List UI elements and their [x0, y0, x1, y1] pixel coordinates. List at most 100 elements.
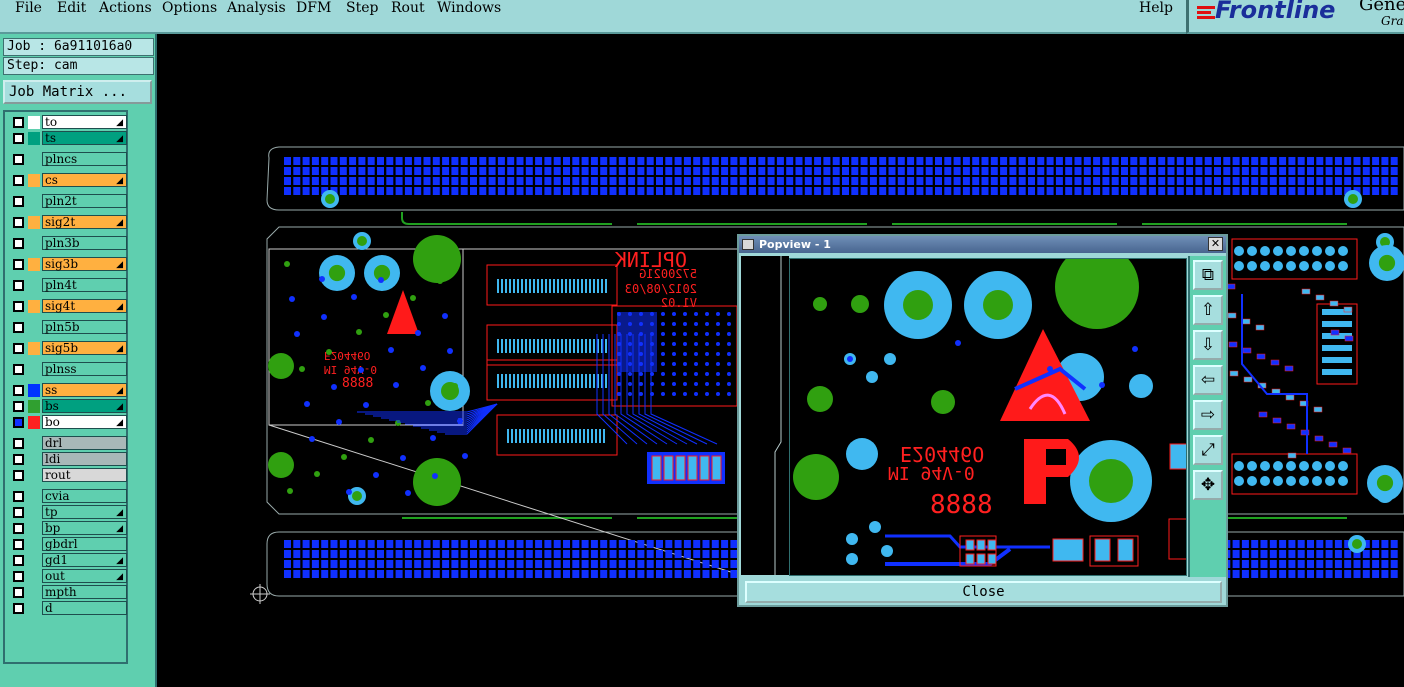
layer-color-swatch[interactable] — [28, 216, 40, 229]
layer-checkbox[interactable] — [13, 491, 24, 502]
layer-checkbox[interactable] — [13, 571, 24, 582]
layer-arrow-icon[interactable]: ◢ — [116, 571, 123, 583]
layer-row-gbdrl[interactable]: gbdrl — [8, 537, 127, 551]
layer-checkbox[interactable] — [13, 301, 24, 312]
layer-checkbox[interactable] — [13, 507, 24, 518]
layer-color-swatch[interactable] — [28, 174, 40, 187]
layer-checkbox[interactable] — [13, 539, 24, 550]
layer-checkbox[interactable] — [13, 555, 24, 566]
layer-row-rout[interactable]: rout — [8, 468, 127, 482]
layer-checkbox[interactable] — [13, 154, 24, 165]
layer-name[interactable]: d — [42, 601, 127, 615]
layer-arrow-icon[interactable]: ◢ — [116, 217, 123, 229]
layer-arrow-icon[interactable]: ◢ — [116, 555, 123, 567]
layer-name[interactable]: pln2t — [42, 194, 127, 208]
layer-row-bs[interactable]: bs ◢ — [8, 399, 127, 413]
layer-row-pln4t[interactable]: pln4t — [8, 278, 127, 292]
layer-checkbox[interactable] — [13, 401, 24, 412]
layer-name[interactable]: plnss — [42, 362, 127, 376]
layer-name[interactable]: bp ◢ — [42, 521, 127, 535]
menu-options[interactable]: Options — [162, 0, 217, 16]
pan-down-icon[interactable]: ⇩ — [1193, 330, 1223, 360]
layer-arrow-icon[interactable]: ◢ — [116, 343, 123, 355]
menu-step[interactable]: Step — [346, 0, 378, 16]
layer-arrow-icon[interactable]: ◢ — [116, 507, 123, 519]
layer-checkbox[interactable] — [13, 385, 24, 396]
layer-row-gd1[interactable]: gd1 ◢ — [8, 553, 127, 567]
layer-name[interactable]: sig2t ◢ — [42, 215, 127, 229]
menu-help[interactable]: Help — [1139, 0, 1173, 16]
layer-name[interactable]: to ◢ — [42, 115, 127, 129]
layer-row-to[interactable]: to ◢ — [8, 115, 127, 129]
layer-row-plnss[interactable]: plnss — [8, 362, 127, 376]
layer-row-pln2t[interactable]: pln2t — [8, 194, 127, 208]
menu-edit[interactable]: Edit — [57, 0, 86, 16]
menu-rout[interactable]: Rout — [391, 0, 425, 16]
layer-row-plncs[interactable]: plncs — [8, 152, 127, 166]
layer-name[interactable]: gbdrl — [42, 537, 127, 551]
layer-arrow-icon[interactable]: ◢ — [116, 417, 123, 429]
layer-checkbox[interactable] — [13, 117, 24, 128]
layer-checkbox[interactable] — [13, 343, 24, 354]
layer-color-swatch[interactable] — [28, 342, 40, 355]
layer-checkbox[interactable] — [13, 175, 24, 186]
popview-close-button[interactable]: Close — [745, 581, 1222, 603]
layer-row-d[interactable]: d — [8, 601, 127, 615]
layer-checkbox[interactable] — [13, 217, 24, 228]
layer-arrow-icon[interactable]: ◢ — [116, 133, 123, 145]
layer-name[interactable]: pln5b — [42, 320, 127, 334]
layer-arrow-icon[interactable]: ◢ — [116, 385, 123, 397]
menu-dfm[interactable]: DFM — [296, 0, 331, 16]
layer-arrow-icon[interactable]: ◢ — [116, 301, 123, 313]
layer-checkbox[interactable] — [13, 322, 24, 333]
layer-row-drl[interactable]: drl — [8, 436, 127, 450]
layer-checkbox[interactable] — [13, 280, 24, 291]
layer-name[interactable]: sig4t ◢ — [42, 299, 127, 313]
layer-row-ss[interactable]: ss ◢ — [8, 383, 127, 397]
layer-row-sig5b[interactable]: sig5b ◢ — [8, 341, 127, 355]
layer-checkbox[interactable] — [13, 470, 24, 481]
layer-checkbox[interactable] — [13, 603, 24, 614]
layer-row-out[interactable]: out ◢ — [8, 569, 127, 583]
layer-color-swatch[interactable] — [28, 384, 40, 397]
layer-row-cvia[interactable]: cvia — [8, 489, 127, 503]
layer-name[interactable]: bo ◢ — [42, 415, 127, 429]
layer-name[interactable]: tp ◢ — [42, 505, 127, 519]
menu-windows[interactable]: Windows — [437, 0, 501, 16]
menu-analysis[interactable]: Analysis — [227, 0, 286, 16]
layer-row-bp[interactable]: bp ◢ — [8, 521, 127, 535]
layer-checkbox[interactable] — [13, 196, 24, 207]
layer-row-sig4t[interactable]: sig4t ◢ — [8, 299, 127, 313]
layer-arrow-icon[interactable]: ◢ — [116, 117, 123, 129]
layer-row-mpth[interactable]: mpth — [8, 585, 127, 599]
layer-name[interactable]: ss ◢ — [42, 383, 127, 397]
layer-arrow-icon[interactable]: ◢ — [116, 259, 123, 271]
layer-color-swatch[interactable] — [28, 116, 40, 129]
popview-zoom-view[interactable]: E20446O MI 94V-0 8888 — [789, 258, 1187, 576]
close-icon[interactable]: ✕ — [1208, 237, 1223, 251]
layer-checkbox[interactable] — [13, 587, 24, 598]
layer-name[interactable]: ts ◢ — [42, 131, 127, 145]
layer-name[interactable]: drl — [42, 436, 127, 450]
layer-name[interactable]: cvia — [42, 489, 127, 503]
layer-row-sig2t[interactable]: sig2t ◢ — [8, 215, 127, 229]
layer-row-ts[interactable]: ts ◢ — [8, 131, 127, 145]
layer-checkbox[interactable] — [13, 523, 24, 534]
job-matrix-button[interactable]: Job Matrix ... — [3, 80, 152, 104]
layer-row-tp[interactable]: tp ◢ — [8, 505, 127, 519]
layer-name[interactable]: rout — [42, 468, 127, 482]
layer-arrow-icon[interactable]: ◢ — [116, 523, 123, 535]
popview-titlebar[interactable]: Popview - 1 ✕ — [739, 236, 1226, 253]
zoom-window-icon[interactable]: ⧉ — [1193, 260, 1223, 290]
layer-checkbox[interactable] — [13, 438, 24, 449]
menu-file[interactable]: File — [15, 0, 42, 16]
layer-checkbox[interactable] — [13, 259, 24, 270]
layer-color-swatch[interactable] — [28, 132, 40, 145]
layer-row-pln5b[interactable]: pln5b — [8, 320, 127, 334]
layer-color-swatch[interactable] — [28, 300, 40, 313]
layer-checkbox[interactable] — [13, 238, 24, 249]
layer-name[interactable]: cs ◢ — [42, 173, 127, 187]
layer-name[interactable]: gd1 ◢ — [42, 553, 127, 567]
layer-name[interactable]: pln3b — [42, 236, 127, 250]
layer-name[interactable]: ldi — [42, 452, 127, 466]
